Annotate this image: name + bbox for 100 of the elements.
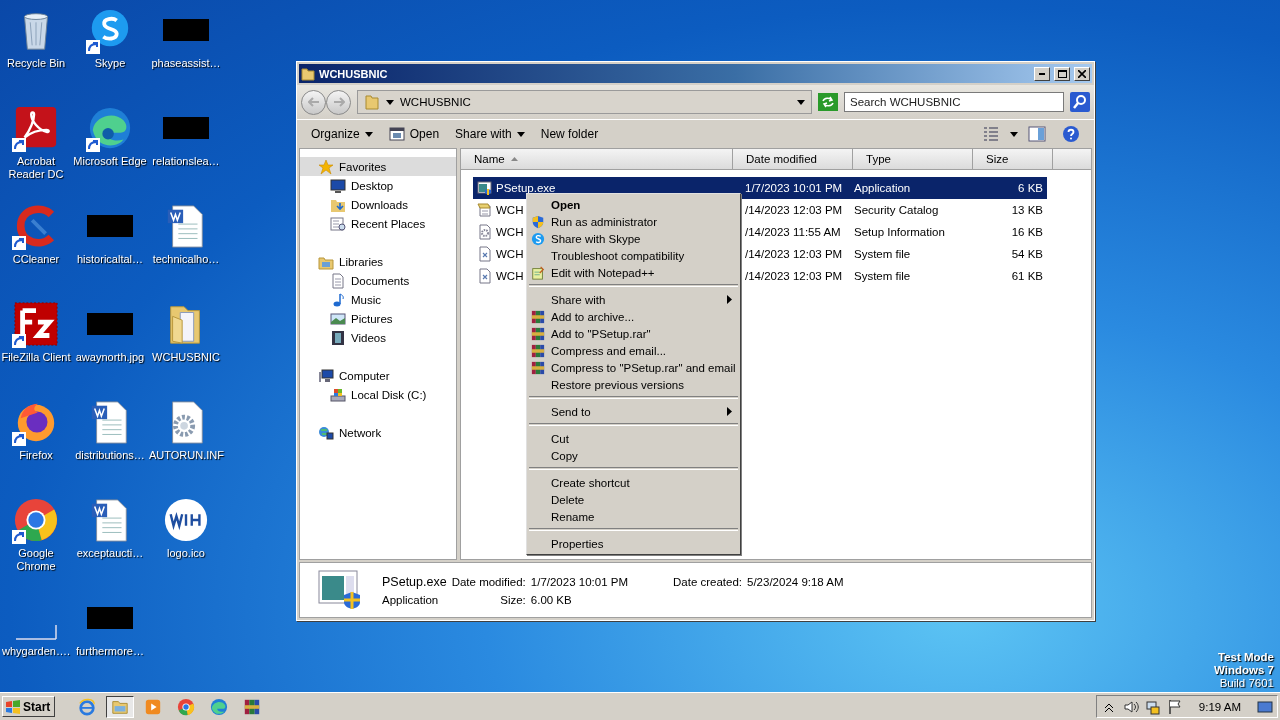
- menu-item[interactable]: Delete: [527, 491, 740, 508]
- address-bar[interactable]: WCHUSBNIC: [357, 90, 812, 114]
- file-name[interactable]: WCH: [496, 270, 524, 282]
- nav-item[interactable]: Music: [300, 290, 456, 309]
- menu-item[interactable]: Share with Skype: [527, 230, 740, 247]
- speaker-icon[interactable]: [1122, 698, 1139, 715]
- desktop-icon-label[interactable]: whygarden….: [2, 645, 70, 658]
- table-cell-text: 61 KB: [1010, 270, 1044, 282]
- menu-item[interactable]: Create shortcut: [527, 474, 740, 491]
- recent-places-icon: [330, 215, 346, 232]
- minimize-button[interactable]: [1034, 66, 1050, 81]
- desktop-icon-label[interactable]: relationslea…: [152, 155, 220, 168]
- menu-item[interactable]: Properties: [527, 535, 740, 552]
- desktop-icon-label[interactable]: phaseassist…: [151, 57, 221, 70]
- winrar-icon: [531, 326, 545, 341]
- desktop-icon: [330, 177, 346, 194]
- caret-icon: [516, 131, 525, 137]
- network-icon[interactable]: [1144, 698, 1161, 715]
- desktop-icon-label[interactable]: technicalho…: [152, 253, 220, 266]
- column-header[interactable]: Name: [461, 149, 733, 170]
- desktop-icon-label[interactable]: Microsoft Edge: [73, 155, 147, 168]
- menu-item[interactable]: Troubleshoot compatibility: [527, 247, 740, 264]
- menu-item[interactable]: Restore previous versions: [527, 376, 740, 393]
- menu-item[interactable]: Share with: [527, 291, 740, 308]
- nav-item[interactable]: Favorites: [300, 157, 456, 176]
- winrar-icon: [531, 360, 545, 375]
- desktop-icon-label[interactable]: distributions…: [75, 449, 145, 462]
- file-name[interactable]: WCH: [496, 248, 524, 260]
- refresh-icon[interactable]: [818, 93, 838, 111]
- desktop-icon-label[interactable]: Google Chrome: [0, 547, 72, 573]
- toolbar-button[interactable]: Organize: [305, 125, 379, 143]
- desktop-icon-label[interactable]: exceptaucti…: [76, 547, 144, 560]
- redacted-block: [87, 313, 133, 335]
- nav-item[interactable]: Recent Places: [300, 214, 456, 233]
- menu-item[interactable]: Run as administrator: [527, 213, 740, 230]
- desktop-icon-label[interactable]: CCleaner: [12, 253, 60, 266]
- column-header[interactable]: Date modified: [733, 149, 853, 170]
- nav-item[interactable]: Downloads: [300, 195, 456, 214]
- view-options-icon[interactable]: [982, 125, 1000, 143]
- nav-item[interactable]: Documents: [300, 271, 456, 290]
- desktop-icon-label[interactable]: Skype: [94, 57, 126, 70]
- search-field[interactable]: Search WCHUSBNIC: [844, 92, 1064, 112]
- menu-item[interactable]: Open: [527, 196, 740, 213]
- column-header[interactable]: Size: [973, 149, 1053, 170]
- menu-item[interactable]: Add to archive...: [527, 308, 740, 325]
- forward-button[interactable]: [326, 89, 351, 115]
- toolbar-button[interactable]: Open: [382, 124, 446, 144]
- nav-item[interactable]: Videos: [300, 328, 456, 347]
- desktop-icon-label[interactable]: AUTORUN.INF: [149, 449, 223, 462]
- flag-icon[interactable]: [1166, 698, 1183, 715]
- preview-pane-icon[interactable]: [1028, 125, 1046, 143]
- caret-icon: [386, 99, 394, 105]
- folder-icon[interactable]: [106, 695, 135, 718]
- windows-logo-icon: [5, 699, 21, 714]
- desktop-icon-label[interactable]: Acrobat Reader DC: [0, 155, 72, 181]
- desktop-icon-label[interactable]: Recycle Bin: [6, 57, 66, 70]
- menu-item[interactable]: Copy: [527, 447, 740, 464]
- file-name[interactable]: PSetup.exe: [496, 182, 556, 194]
- desktop-icon-label[interactable]: historicaltal…: [77, 253, 143, 266]
- network-icon: [318, 424, 334, 441]
- toolbar-button[interactable]: New folder: [534, 125, 605, 143]
- back-button[interactable]: [301, 89, 326, 115]
- nav-item[interactable]: Pictures: [300, 309, 456, 328]
- field-label: Date created:: [672, 575, 743, 588]
- desktop-icon-label[interactable]: awaynorth.jpg: [75, 351, 145, 364]
- nav-item[interactable]: Network: [300, 423, 456, 442]
- menu-item[interactable]: Compress to "PSetup.rar" and email: [527, 359, 740, 376]
- menu-item[interactable]: Cut: [527, 430, 740, 447]
- menu-item[interactable]: Edit with Notepad++: [527, 264, 740, 281]
- desktop-icon-label[interactable]: WCHUSBNIC: [152, 351, 220, 364]
- menu-item[interactable]: Rename: [527, 508, 740, 525]
- desktop-icon-label[interactable]: FileZilla Client: [1, 351, 71, 364]
- menu-item[interactable]: Send to: [527, 403, 740, 420]
- document-icon: [330, 272, 346, 289]
- start-button[interactable]: Start: [2, 696, 56, 717]
- menu-item[interactable]: Compress and email...: [527, 342, 740, 359]
- catalog-icon: [477, 202, 493, 218]
- close-button[interactable]: [1074, 66, 1090, 81]
- submenu-arrow-icon: [726, 295, 732, 304]
- nav-item[interactable]: Computer: [300, 366, 456, 385]
- column-header[interactable]: Type: [853, 149, 973, 170]
- desktop-icon-label[interactable]: furthermore…: [76, 645, 144, 658]
- desktop-icon-label[interactable]: logo.ico: [167, 547, 205, 560]
- nav-item[interactable]: Local Disk (C:): [300, 385, 456, 404]
- search-icon[interactable]: [1070, 92, 1090, 112]
- show-desktop-icon[interactable]: [1257, 698, 1273, 715]
- file-name[interactable]: WCH: [496, 226, 524, 238]
- clock[interactable]: 9:19 AM: [1188, 700, 1251, 713]
- nav-item[interactable]: Desktop: [300, 176, 456, 195]
- winrar-icon: [531, 343, 545, 358]
- desktop-icon-label[interactable]: Firefox: [19, 449, 53, 462]
- maximize-button[interactable]: [1054, 66, 1070, 81]
- help-icon[interactable]: [1062, 125, 1080, 143]
- toolbar-button[interactable]: Share with: [449, 125, 531, 143]
- star-icon: [318, 158, 334, 175]
- menu-item[interactable]: Add to "PSetup.rar": [527, 325, 740, 342]
- file-name[interactable]: WCH: [496, 204, 524, 216]
- open-icon: [388, 126, 405, 142]
- table-cell-text: System file: [853, 270, 912, 282]
- nav-item[interactable]: Libraries: [300, 252, 456, 271]
